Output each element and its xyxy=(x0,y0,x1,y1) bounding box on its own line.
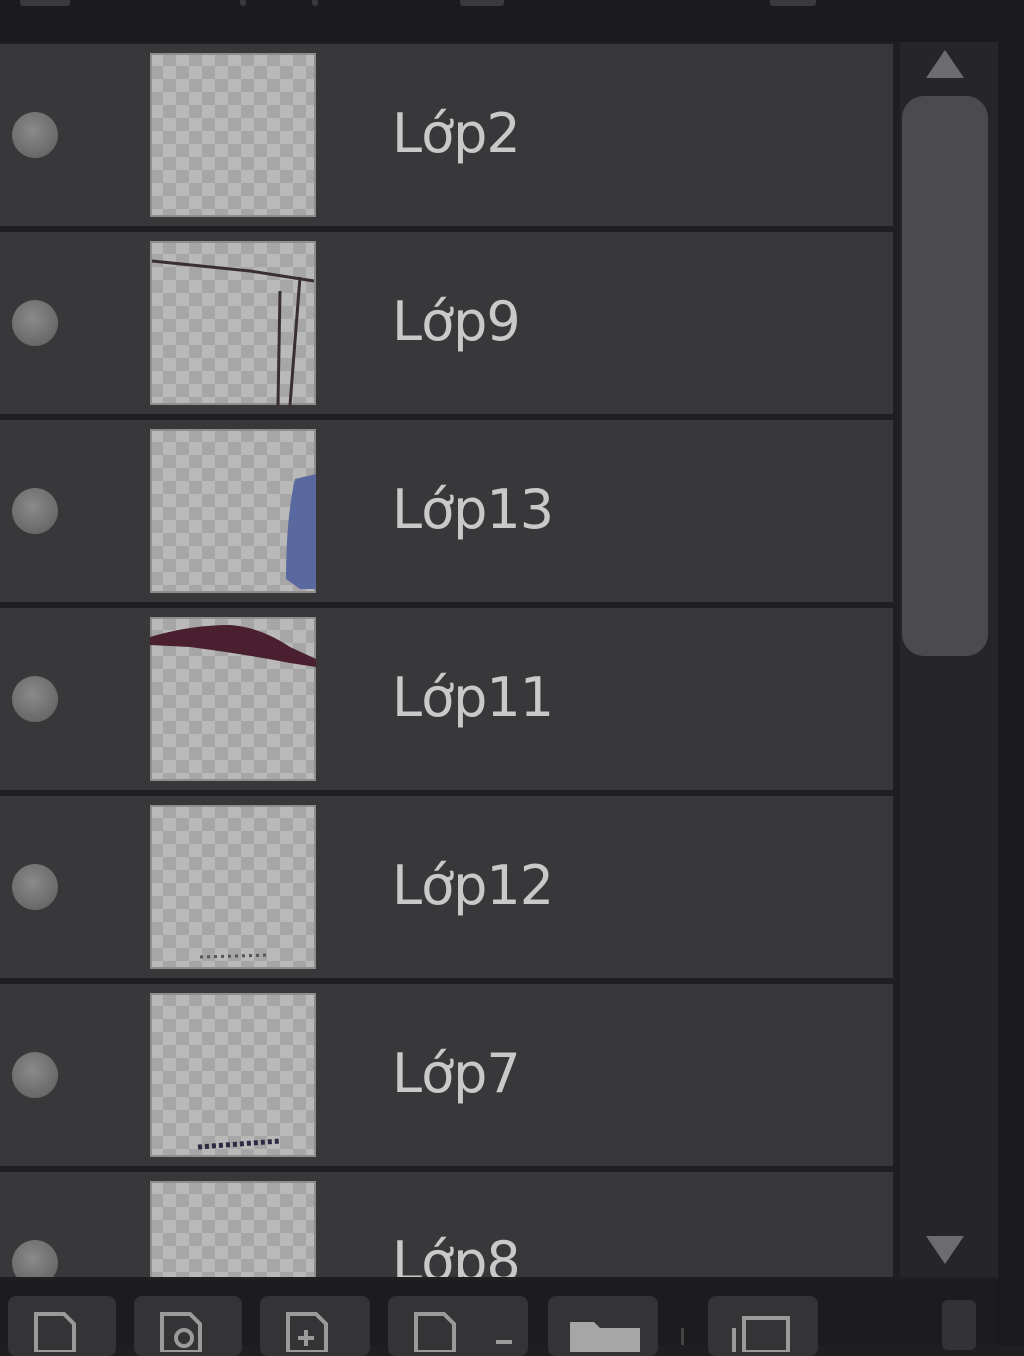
layer-row[interactable]: Lớp2 xyxy=(0,44,893,226)
new-layer-dropdown-icon xyxy=(414,1312,512,1352)
layer-row[interactable]: Lớp7 xyxy=(0,984,893,1166)
toolbar-tab[interactable] xyxy=(770,0,816,6)
layer-name[interactable]: Lớp11 xyxy=(392,666,554,729)
layer-name[interactable]: Lớp12 xyxy=(392,854,554,917)
eye-dot-icon[interactable] xyxy=(12,300,58,346)
layer-name[interactable]: Lớp13 xyxy=(392,478,554,541)
panel-right-edge xyxy=(998,0,1024,1345)
scroll-up-arrow-icon[interactable] xyxy=(926,50,964,78)
eye-dot-icon[interactable] xyxy=(12,864,58,910)
toolbar-tick xyxy=(240,0,246,6)
new-layer-icon xyxy=(34,1312,76,1352)
toolbar-separator xyxy=(681,1328,684,1345)
layer-thumbnail xyxy=(150,617,316,781)
layer-thumbnail xyxy=(150,241,316,405)
layer-list: Lớp2 Lớp9 Lớp13 Lớp11 Lớp12 Lớp7 Lớp8 xyxy=(0,42,896,1277)
eye-dot-icon[interactable] xyxy=(12,1052,58,1098)
scrollbar-thumb[interactable] xyxy=(902,96,988,656)
toolbar-tab[interactable] xyxy=(460,0,504,6)
toolbar-scroll-handle[interactable] xyxy=(942,1300,976,1350)
folder-icon xyxy=(570,1322,640,1352)
import-layer-icon xyxy=(286,1312,328,1352)
new-layer-dropdown-button[interactable] xyxy=(388,1296,528,1356)
new-layer-button[interactable] xyxy=(8,1296,116,1356)
import-layer-button[interactable] xyxy=(260,1296,370,1356)
eye-dot-icon[interactable] xyxy=(12,676,58,722)
layer-name[interactable]: Lớp8 xyxy=(392,1230,521,1277)
eye-dot-icon[interactable] xyxy=(12,1240,58,1277)
copy-layer-icon xyxy=(160,1312,202,1352)
layer-thumbnail xyxy=(150,53,316,217)
layer-row[interactable]: Lớp11 xyxy=(0,608,893,790)
layer-name[interactable]: Lớp2 xyxy=(392,102,521,165)
toolbar-tab[interactable] xyxy=(20,0,70,6)
eye-dot-icon[interactable] xyxy=(12,112,58,158)
layer-row[interactable]: Lớp8 xyxy=(0,1172,893,1277)
copy-layer-button[interactable] xyxy=(134,1296,242,1356)
layer-name[interactable]: Lớp9 xyxy=(392,290,521,353)
layer-thumbnail xyxy=(150,429,316,593)
duplicate-icon xyxy=(732,1316,790,1352)
layer-row[interactable]: Lớp13 xyxy=(0,420,893,602)
layer-thumbnail xyxy=(150,805,316,969)
eye-dot-icon[interactable] xyxy=(12,488,58,534)
layer-row[interactable]: Lớp12 xyxy=(0,796,893,978)
layer-thumbnail xyxy=(150,1181,316,1277)
top-toolbar xyxy=(0,0,1000,42)
layer-thumbnail xyxy=(150,993,316,1157)
duplicate-layer-button[interactable] xyxy=(708,1296,818,1356)
layer-row[interactable]: Lớp9 xyxy=(0,232,893,414)
layer-name[interactable]: Lớp7 xyxy=(392,1042,521,1105)
toolbar-tick xyxy=(312,0,318,6)
new-folder-button[interactable] xyxy=(548,1296,658,1356)
scroll-down-arrow-icon[interactable] xyxy=(926,1236,964,1264)
